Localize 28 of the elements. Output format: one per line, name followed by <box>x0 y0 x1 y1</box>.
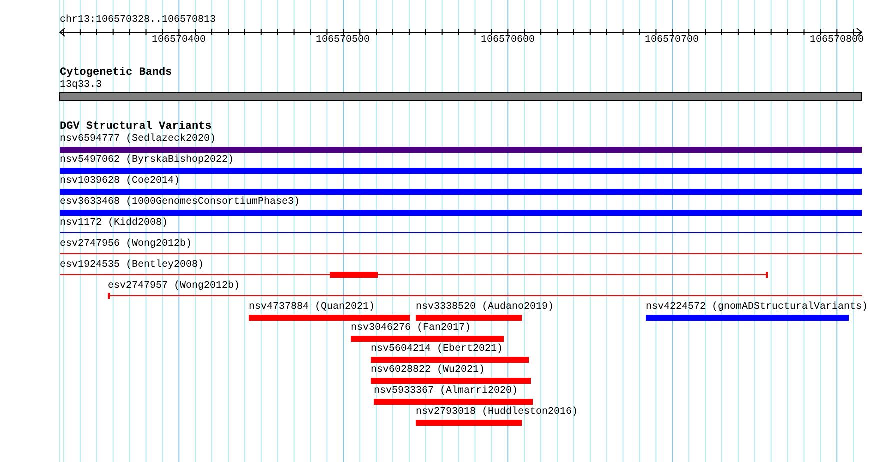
ruler-tick-label: 106570400 <box>152 35 206 47</box>
track-title: DGV Structural Variants <box>60 121 212 133</box>
variant-label: esv2747956 (Wong2012b) <box>60 239 192 251</box>
region-label: chr13:106570328..106570813 <box>60 15 216 27</box>
ruler-tick-label: 106570600 <box>481 35 535 47</box>
variant-label: nsv5497062 (ByrskaBishop2022) <box>60 155 234 167</box>
cytoband-bar[interactable] <box>60 92 862 102</box>
variant-feature[interactable] <box>60 272 768 278</box>
band-label: 13q33.3 <box>60 80 102 92</box>
variant-label: nsv3338520 (Audano2019) <box>416 302 554 314</box>
variant-label: nsv5604214 (Ebert2021) <box>371 344 504 356</box>
ruler-tick-label: 106570800 <box>810 35 864 47</box>
variant-label: nsv4737884 (Quan2021) <box>249 302 376 314</box>
variant-label: nsv1039628 (Coe2014) <box>60 176 180 188</box>
variant-label: nsv4224572 (gnomADStructuralVariants) <box>646 302 868 314</box>
variant-label: esv2747957 (Wong2012b) <box>108 281 240 293</box>
track-title: Cytogenetic Bands <box>60 67 172 79</box>
variant-feature[interactable] <box>108 293 862 299</box>
variant-label: nsv2793018 (Huddleston2016) <box>416 407 578 419</box>
variant-label: nsv6594777 (Sedlazeck2020) <box>60 134 216 146</box>
variant-label: nsv3046276 (Fan2017) <box>351 323 472 335</box>
ruler-tick-label: 106570700 <box>645 35 699 47</box>
variant-label: nsv1172 (Kidd2008) <box>60 218 168 230</box>
variant-label: nsv6028822 (Wu2021) <box>371 365 486 377</box>
ruler-tick-label: 106570500 <box>316 35 370 47</box>
variant-label: esv1924535 (Bentley2008) <box>60 260 204 272</box>
variant-label: nsv5933367 (Almarri2020) <box>374 386 518 398</box>
variant-label: esv3633468 (1000GenomesConsortiumPhase3) <box>60 197 300 209</box>
